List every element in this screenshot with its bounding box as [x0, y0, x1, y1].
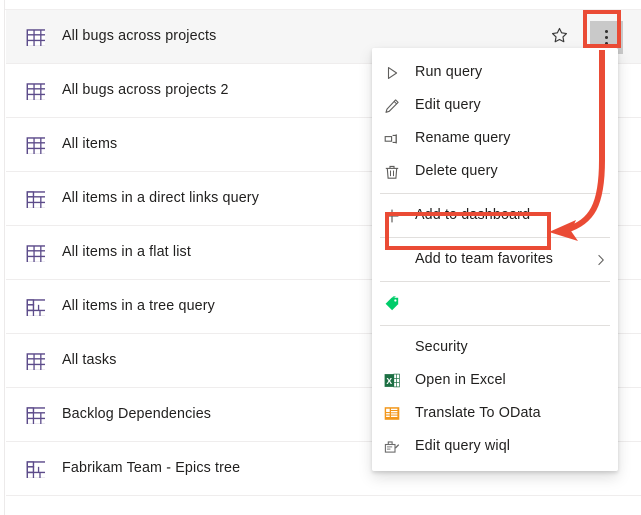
menu-item-label: Delete query — [415, 163, 498, 180]
flat-list-query-icon — [25, 243, 45, 263]
menu-item[interactable] — [372, 287, 618, 320]
star-outline-icon — [551, 27, 568, 47]
flat-list-query-icon — [25, 351, 45, 371]
menu-item-icon-empty — [384, 252, 400, 268]
menu-item[interactable]: Edit query — [372, 89, 618, 122]
query-context-menu: Run query Edit query Rename query Delete qu… — [372, 48, 618, 471]
plus-icon — [384, 208, 400, 224]
menu-item[interactable]: Add to dashboard — [372, 199, 618, 232]
excel-icon: X — [384, 373, 400, 389]
menu-item-label: Edit query wiql — [415, 438, 511, 455]
menu-separator — [380, 281, 610, 282]
tree-query-icon — [25, 459, 45, 479]
flat-list-query-icon — [25, 135, 45, 155]
query-row-label: All items in a tree query — [62, 298, 215, 315]
play-icon — [384, 65, 400, 81]
menu-item[interactable]: Security — [372, 331, 618, 364]
tree-query-icon — [25, 297, 45, 317]
menu-item-label: Add to dashboard — [415, 207, 531, 224]
query-row-label: All bugs across projects 2 — [62, 82, 229, 99]
menu-item-label: Open in Excel — [415, 372, 506, 389]
query-row-label: All items in a flat list — [62, 244, 191, 261]
trash-icon — [384, 164, 400, 180]
menu-item-icon-empty — [384, 340, 400, 356]
menu-item[interactable]: Edit query wiql — [372, 430, 618, 463]
menu-item-label: Rename query — [415, 130, 511, 147]
query-row-label: All items in a direct links query — [62, 190, 260, 207]
left-edge-gutter — [0, 0, 5, 515]
menu-separator — [380, 193, 610, 194]
tag-icon — [384, 296, 400, 312]
pencil-icon — [384, 98, 400, 114]
rename-icon — [384, 131, 400, 147]
menu-item[interactable]: Run query — [372, 56, 618, 89]
menu-separator — [380, 237, 610, 238]
menu-item[interactable]: Delete query — [372, 155, 618, 188]
menu-item-label: Translate To OData — [415, 405, 541, 422]
menu-item[interactable]: Rename query — [372, 122, 618, 155]
flat-list-query-icon — [25, 81, 45, 101]
direct-links-query-icon — [25, 405, 45, 425]
direct-links-query-icon — [25, 189, 45, 209]
query-row-label: Fabrikam Team - Epics tree — [62, 460, 241, 477]
odata-icon — [384, 406, 400, 422]
query-row-label: All tasks — [62, 352, 117, 369]
menu-separator — [380, 325, 610, 326]
query-row-label: Backlog Dependencies — [62, 406, 212, 423]
edit-wiql-icon — [384, 439, 400, 455]
query-row-label: All bugs across projects — [62, 28, 217, 45]
menu-item-label: Run query — [415, 64, 483, 81]
menu-item[interactable]: X Open in Excel — [372, 364, 618, 397]
menu-item-label: Edit query — [415, 97, 481, 114]
svg-text:X: X — [386, 376, 392, 386]
menu-item-label: Add to team favorites — [415, 251, 554, 268]
menu-item[interactable]: Add to team favorites — [372, 243, 618, 276]
flat-list-query-icon — [25, 27, 45, 47]
top-edge-strip — [5, 0, 641, 10]
chevron-right-icon — [594, 253, 608, 267]
menu-item[interactable]: Translate To OData — [372, 397, 618, 430]
app-root: All bugs across projects All bugs across … — [0, 0, 641, 515]
query-row-label: All items — [62, 136, 118, 153]
more-vertical-icon — [605, 29, 608, 45]
menu-item-label: Security — [415, 339, 468, 356]
